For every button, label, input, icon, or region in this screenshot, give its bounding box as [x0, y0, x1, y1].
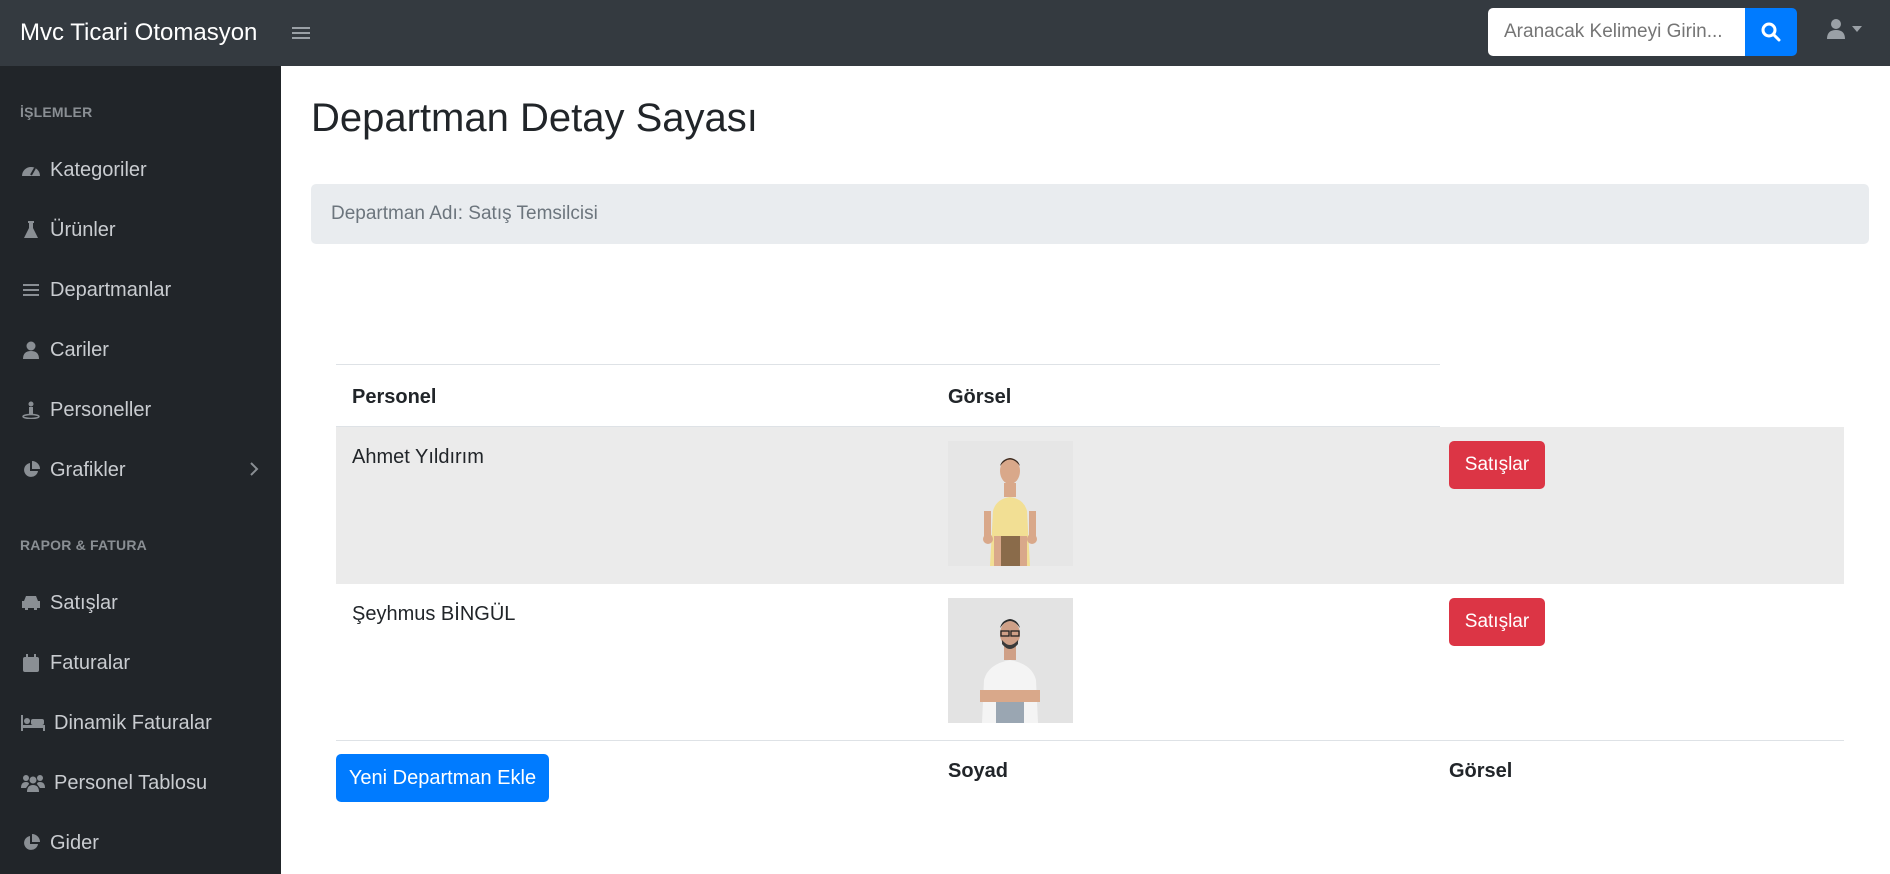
pie-chart-icon — [20, 459, 42, 481]
sidebar-item-departmanlar[interactable]: Departmanlar — [0, 262, 281, 318]
caret-down-icon — [1852, 26, 1862, 32]
sidebar-item-label: Gider — [50, 831, 99, 854]
sidebar-item-label: Faturalar — [50, 651, 131, 674]
user-icon — [1827, 19, 1845, 39]
list-icon — [20, 279, 42, 301]
search-input[interactable] — [1488, 8, 1745, 56]
sidebar-heading-islemler: İŞLEMLER — [20, 104, 93, 120]
calendar-icon — [20, 652, 42, 674]
search-button[interactable] — [1745, 8, 1797, 56]
personnel-photo — [948, 598, 1073, 723]
table-footer-border — [336, 740, 1844, 741]
satislar-button[interactable]: Satışlar — [1449, 441, 1545, 489]
sidebar-item-label: Dinamik Faturalar — [54, 711, 212, 734]
sidebar-item-label: Personel Tablosu — [54, 771, 208, 794]
add-department-button[interactable]: Yeni Departman Ekle — [336, 754, 549, 802]
sidebar-item-label: Personeller — [50, 398, 152, 421]
sidebar-item-label: Departmanlar — [50, 278, 172, 301]
sidebar-item-faturalar[interactable]: Faturalar — [0, 635, 281, 691]
page-title: Departman Detay Sayası — [311, 96, 758, 140]
table-footer-soyad: Soyad — [948, 760, 1009, 782]
user-dropdown[interactable] — [1826, 18, 1862, 40]
sidebar-item-urunler[interactable]: Ürünler — [0, 202, 281, 258]
sidebar-item-grafikler[interactable]: Grafikler — [0, 442, 281, 498]
sidebar-item-label: Satışlar — [50, 591, 118, 614]
satislar-button[interactable]: Satışlar — [1449, 598, 1545, 646]
top-navbar: Mvc Ticari Otomasyon — [0, 0, 1890, 66]
user-icon — [20, 339, 42, 361]
sidebar-item-kategoriler[interactable]: Kategoriler — [0, 142, 281, 198]
sidebar-item-satislar[interactable]: Satışlar — [0, 575, 281, 631]
sidebar: İŞLEMLER Kategoriler Ürünler Departmanla… — [0, 66, 281, 874]
street-view-icon — [20, 399, 42, 421]
sidebar-item-cariler[interactable]: Cariler — [0, 322, 281, 378]
main-content: Departman Detay Sayası Departman Adı: Sa… — [281, 66, 1890, 874]
chevron-right-icon — [250, 462, 259, 476]
sidebar-item-gider[interactable]: Gider — [0, 815, 281, 871]
table-top-border — [336, 364, 1440, 365]
sidebar-item-personel-tablosu[interactable]: Personel Tablosu — [0, 755, 281, 811]
sidebar-item-dinamik-faturalar[interactable]: Dinamik Faturalar — [0, 695, 281, 751]
table-header-personel: Personel — [352, 386, 437, 408]
personnel-photo — [948, 441, 1073, 566]
sidebar-item-label: Cariler — [50, 338, 109, 361]
table-footer-gorsel: Görsel — [1449, 760, 1513, 782]
search-form — [1488, 8, 1797, 56]
sidebar-heading-rapor: RAPOR & FATURA — [20, 537, 147, 553]
flask-icon — [20, 219, 42, 241]
personnel-name: Şeyhmus BİNGÜL — [352, 603, 516, 625]
brand-title[interactable]: Mvc Ticari Otomasyon — [0, 19, 282, 47]
department-info-box: Departman Adı: Satış Temsilcisi — [311, 184, 1869, 244]
sidebar-item-label: Ürünler — [50, 218, 116, 241]
users-icon — [20, 772, 46, 794]
dashboard-icon — [20, 159, 42, 181]
table-header-gorsel: Görsel — [948, 386, 1012, 408]
sidebar-item-personeller[interactable]: Personeller — [0, 382, 281, 438]
department-label: Departman Adı: Satış Temsilcisi — [331, 203, 598, 224]
bed-icon — [20, 712, 46, 734]
table-row: Ahmet Yıldırım Satışlar — [336, 427, 1844, 584]
sidebar-item-label: Grafikler — [50, 458, 126, 481]
personnel-name: Ahmet Yıldırım — [352, 446, 484, 468]
car-icon — [20, 592, 42, 614]
sidebar-item-label: Kategoriler — [50, 158, 147, 181]
pie-chart-icon — [20, 832, 42, 854]
search-icon — [1761, 22, 1781, 42]
hamburger-menu-icon[interactable] — [292, 25, 312, 41]
table-row: Şeyhmus BİNGÜL Satışlar — [336, 584, 1844, 741]
